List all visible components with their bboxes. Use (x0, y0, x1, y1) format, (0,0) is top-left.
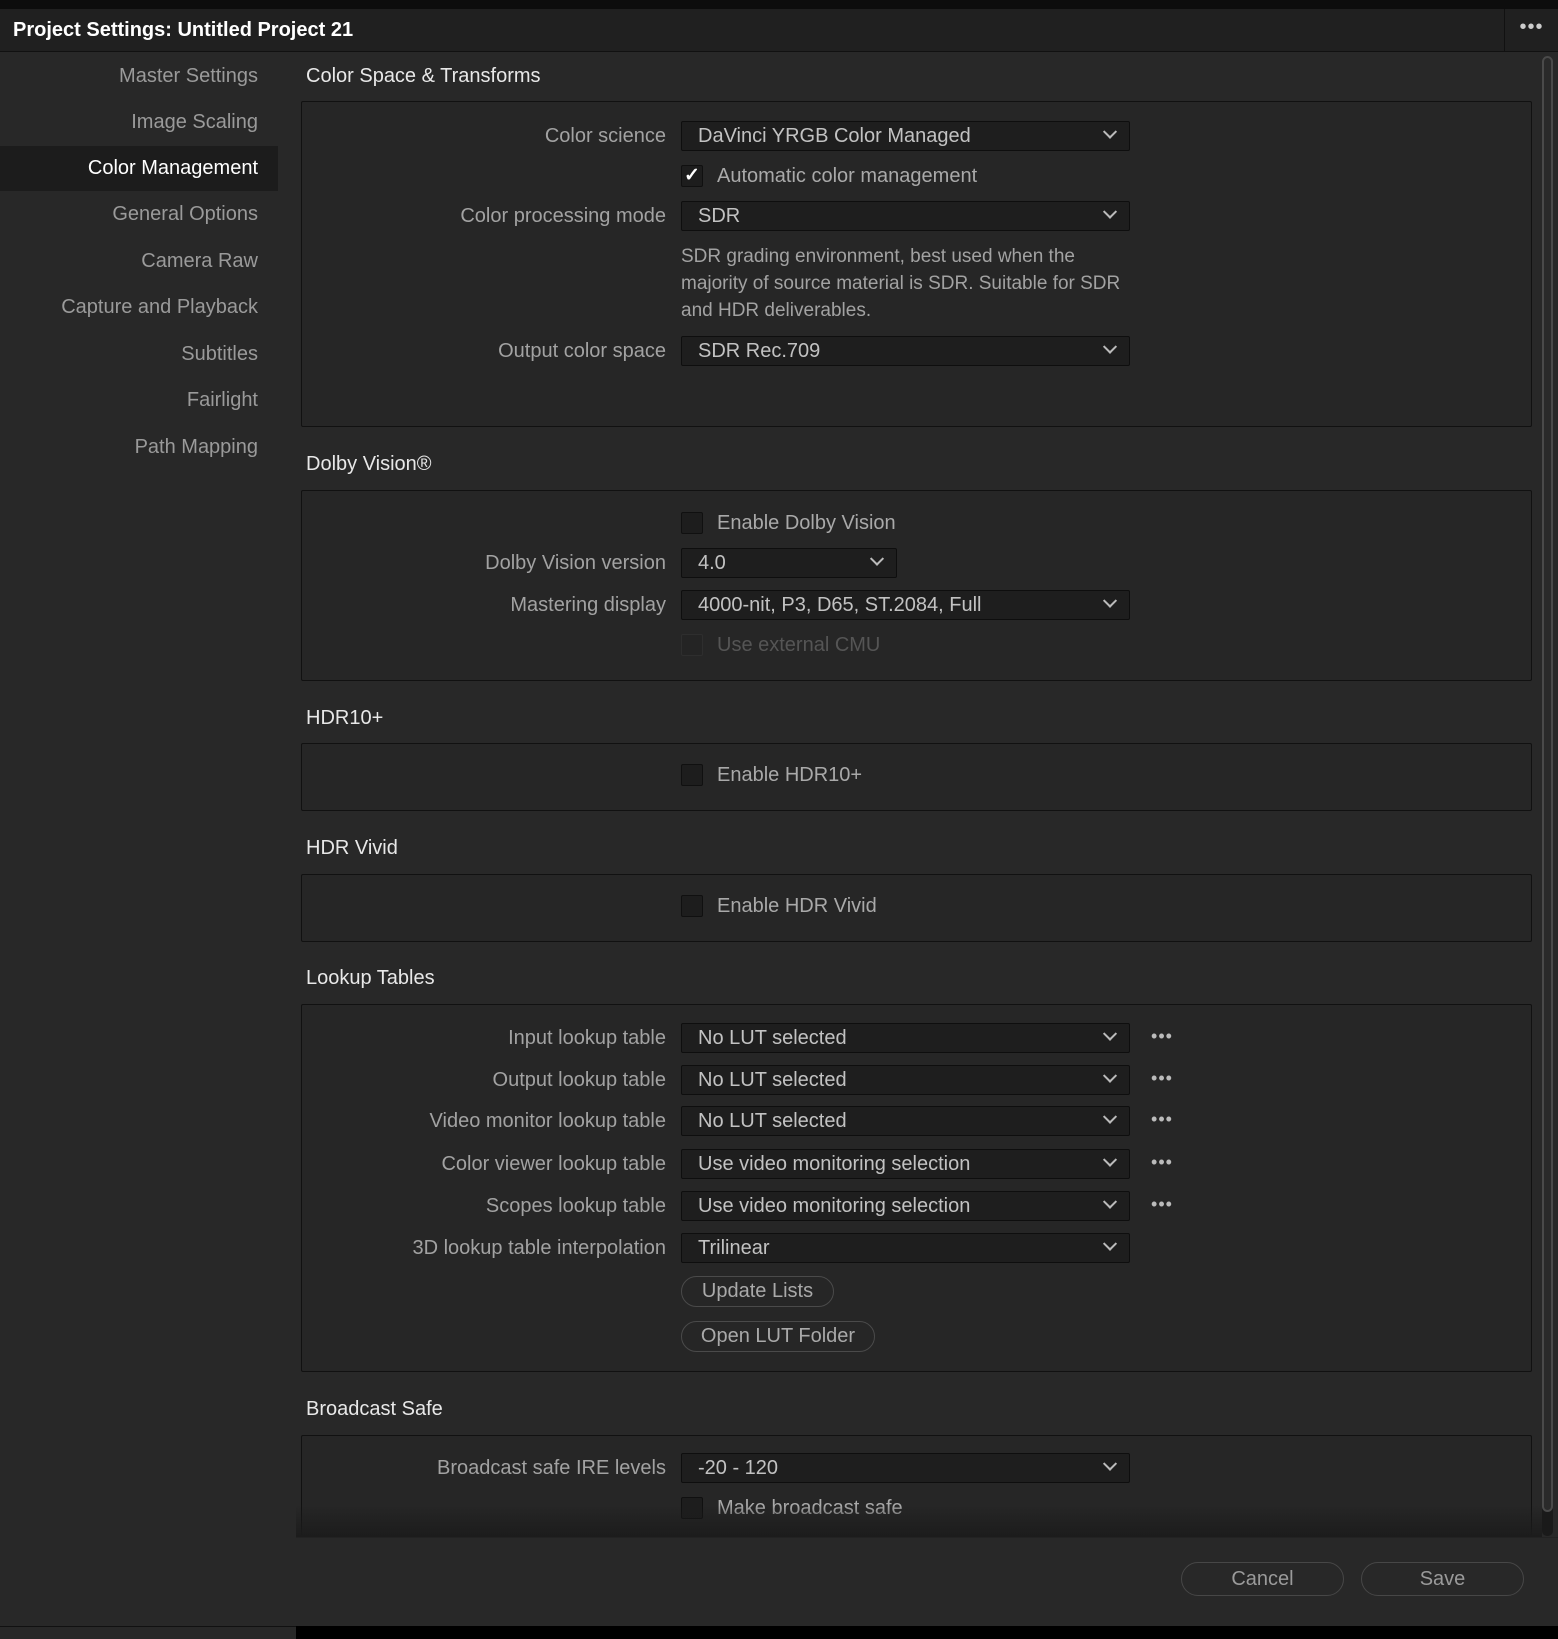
output-lut-label: Output lookup table (492, 1069, 666, 1091)
external-cmu-label: Use external CMU (717, 634, 881, 656)
chevron-down-icon (1102, 204, 1118, 219)
sidebar-item-master-settings[interactable]: Master Settings (0, 54, 278, 99)
color-science-dropdown[interactable]: DaVinci YRGB Color Managed (681, 121, 1130, 151)
output-color-space-dropdown[interactable]: SDR Rec.709 (681, 336, 1130, 366)
external-cmu-checkbox (681, 634, 703, 656)
open-lut-folder-button[interactable]: Open LUT Folder (681, 1321, 875, 1352)
section-title-dolby-vision: Dolby Vision® (306, 453, 432, 475)
monitor-lut-more-icon[interactable]: ••• (1146, 1106, 1178, 1136)
chevron-down-icon (1102, 1456, 1118, 1471)
scrollbar-thumb[interactable] (1542, 56, 1553, 1512)
update-lists-button[interactable]: Update Lists (681, 1276, 834, 1307)
cancel-button[interactable]: Cancel (1181, 1562, 1344, 1596)
title-bar: Project Settings: Untitled Project 21 ••… (0, 9, 1558, 52)
output-lut-more-icon[interactable]: ••• (1146, 1065, 1178, 1095)
auto-color-management-label: Automatic color management (717, 165, 978, 187)
sidebar-item-image-scaling[interactable]: Image Scaling (0, 100, 278, 145)
viewer-lut-label: Color viewer lookup table (441, 1153, 666, 1175)
enable-dolby-vision-label: Enable Dolby Vision (717, 512, 896, 534)
lut-interpolation-label: 3D lookup table interpolation (412, 1237, 666, 1259)
chevron-down-icon (1102, 339, 1118, 354)
enable-hdr-vivid-checkbox[interactable] (681, 895, 703, 917)
hdr-vivid-panel (301, 874, 1532, 942)
section-title-hdr-vivid: HDR Vivid (306, 837, 398, 859)
dolby-version-label: Dolby Vision version (485, 552, 666, 574)
ire-levels-label: Broadcast safe IRE levels (437, 1457, 666, 1479)
dropdown-value: No LUT selected (698, 1069, 847, 1091)
chevron-down-icon (1102, 1152, 1118, 1167)
sidebar-item-subtitles[interactable]: Subtitles (0, 332, 278, 377)
sidebar-item-capture-playback[interactable]: Capture and Playback (0, 285, 278, 330)
section-title-hdr10: HDR10+ (306, 707, 384, 729)
monitor-lut-dropdown[interactable]: No LUT selected (681, 1106, 1130, 1136)
dropdown-value: No LUT selected (698, 1110, 847, 1132)
chevron-down-icon (1102, 1026, 1118, 1041)
chevron-down-icon (1102, 1109, 1118, 1124)
enable-dolby-vision-checkbox[interactable] (681, 512, 703, 534)
output-color-space-label: Output color space (498, 340, 666, 362)
chevron-down-icon (1102, 1194, 1118, 1209)
enable-hdr10-label: Enable HDR10+ (717, 764, 863, 786)
enable-hdr10-checkbox[interactable] (681, 764, 703, 786)
top-border (0, 0, 1558, 9)
mastering-display-label: Mastering display (510, 594, 666, 616)
enable-hdr-vivid-label: Enable HDR Vivid (717, 895, 877, 917)
save-button[interactable]: Save (1361, 1562, 1524, 1596)
sidebar-item-camera-raw[interactable]: Camera Raw (0, 239, 278, 284)
dropdown-value: Use video monitoring selection (698, 1153, 971, 1175)
window-title: Project Settings: Untitled Project 21 (13, 19, 354, 41)
dropdown-value: 4.0 (698, 552, 726, 574)
dropdown-value: Use video monitoring selection (698, 1195, 971, 1217)
dropdown-value: DaVinci YRGB Color Managed (698, 125, 971, 147)
color-processing-mode-dropdown[interactable]: SDR (681, 201, 1130, 231)
dropdown-value: Trilinear (698, 1237, 770, 1259)
chevron-down-icon (869, 551, 885, 566)
scopes-lut-label: Scopes lookup table (485, 1195, 666, 1217)
chevron-down-icon (1102, 124, 1118, 139)
mastering-display-dropdown[interactable]: 4000-nit, P3, D65, ST.2084, Full (681, 590, 1130, 620)
section-title-lookup-tables: Lookup Tables (306, 967, 435, 989)
chevron-down-icon (1102, 1068, 1118, 1083)
section-title-broadcast-safe: Broadcast Safe (306, 1398, 443, 1420)
sidebar-item-path-mapping[interactable]: Path Mapping (0, 425, 278, 470)
viewer-lut-dropdown[interactable]: Use video monitoring selection (681, 1149, 1130, 1179)
auto-color-management-checkbox[interactable]: ✓ (681, 165, 703, 187)
sidebar-item-general-options[interactable]: General Options (0, 192, 278, 237)
monitor-lut-label: Video monitor lookup table (429, 1110, 666, 1132)
dropdown-value: SDR (698, 205, 741, 227)
dropdown-value: -20 - 120 (698, 1457, 779, 1479)
output-lut-dropdown[interactable]: No LUT selected (681, 1065, 1130, 1095)
dolby-vision-panel (301, 490, 1532, 681)
color-processing-mode-label: Color processing mode (460, 205, 666, 227)
color-science-label: Color science (544, 125, 666, 147)
bottom-border-left (0, 1626, 296, 1627)
scopes-lut-more-icon[interactable]: ••• (1146, 1191, 1178, 1221)
processing-mode-description: SDR grading environment, best used when … (681, 246, 1121, 321)
chevron-down-icon (1102, 1236, 1118, 1251)
hdr10-panel (301, 743, 1532, 811)
dropdown-value: No LUT selected (698, 1027, 847, 1049)
chevron-down-icon (1102, 593, 1118, 608)
input-lut-dropdown[interactable]: No LUT selected (681, 1023, 1130, 1053)
lookup-tables-panel (301, 1004, 1532, 1372)
lut-interpolation-dropdown[interactable]: Trilinear (681, 1233, 1130, 1263)
scroll-fade (296, 1505, 1542, 1537)
sidebar-item-color-management[interactable]: Color Management (0, 146, 278, 191)
input-lut-more-icon[interactable]: ••• (1146, 1023, 1178, 1053)
ire-levels-dropdown[interactable]: -20 - 120 (681, 1453, 1130, 1483)
dropdown-value: SDR Rec.709 (698, 340, 821, 362)
viewer-lut-more-icon[interactable]: ••• (1146, 1149, 1178, 1179)
bottom-border (296, 1626, 1558, 1639)
dropdown-value: 4000-nit, P3, D65, ST.2084, Full (698, 594, 982, 616)
more-horizontal-icon[interactable]: ••• (1504, 9, 1558, 52)
dolby-version-dropdown[interactable]: 4.0 (681, 548, 897, 578)
scopes-lut-dropdown[interactable]: Use video monitoring selection (681, 1191, 1130, 1221)
sidebar-item-fairlight[interactable]: Fairlight (0, 378, 278, 423)
section-title-color-space: Color Space & Transforms (306, 65, 541, 87)
input-lut-label: Input lookup table (508, 1027, 666, 1049)
